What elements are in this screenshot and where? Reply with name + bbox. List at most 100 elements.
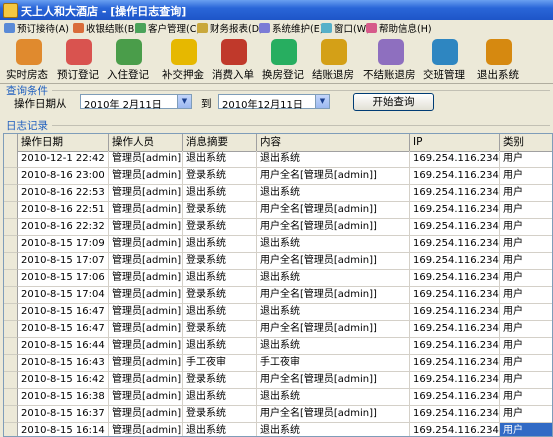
log-grid[interactable]: 操作日期 操作人员 消息摘要 内容 IP 类别 2010-12-1 22:42 管… (3, 133, 553, 437)
cell-content[interactable]: 用户全名[管理员[admin]] (257, 372, 410, 389)
cell-ip[interactable]: 169.254.116.234 (410, 321, 500, 338)
cell-content[interactable]: 退出系统 (257, 423, 410, 436)
cell-date[interactable]: 2010-8-16 22:51 (18, 202, 109, 219)
toolbar-button-booking[interactable]: 预订登记 (57, 35, 103, 83)
cell-summary[interactable]: 退出系统 (183, 185, 257, 202)
row-header[interactable] (4, 355, 18, 372)
cell-category[interactable]: 用户 (500, 202, 552, 219)
column-header-operator[interactable]: 操作人员 (109, 134, 183, 151)
cell-operator[interactable]: 管理员[admin] (109, 389, 183, 406)
cell-category[interactable]: 用户 (500, 355, 552, 372)
cell-category[interactable]: 用户 (500, 185, 552, 202)
row-header[interactable] (4, 185, 18, 202)
cell-operator[interactable]: 管理员[admin] (109, 219, 183, 236)
cell-category[interactable]: 用户 (500, 151, 552, 168)
toolbar-button-deposit[interactable]: 补交押金 (162, 35, 208, 83)
cell-operator[interactable]: 管理员[admin] (109, 406, 183, 423)
table-row[interactable]: 2010-8-15 17:04 管理员[admin] 登录系统 用户全名[管理员[ad… (4, 287, 552, 304)
cell-ip[interactable]: 169.254.116.234 (410, 219, 500, 236)
cell-date[interactable]: 2010-8-15 16:38 (18, 389, 109, 406)
cell-category[interactable]: 用户 (500, 338, 552, 355)
cell-operator[interactable]: 管理员[admin] (109, 253, 183, 270)
cell-summary[interactable]: 登录系统 (183, 406, 257, 423)
cell-summary[interactable]: 退出系统 (183, 338, 257, 355)
cell-summary[interactable]: 登录系统 (183, 219, 257, 236)
cell-ip[interactable]: 169.254.116.234 (410, 406, 500, 423)
cell-ip[interactable]: 169.254.116.234 (410, 372, 500, 389)
cell-operator[interactable]: 管理员[admin] (109, 202, 183, 219)
cell-content[interactable]: 用户全名[管理员[admin]] (257, 321, 410, 338)
cell-content[interactable]: 用户全名[管理员[admin]] (257, 219, 410, 236)
cell-summary[interactable]: 退出系统 (183, 270, 257, 287)
row-header[interactable] (4, 202, 18, 219)
cell-date[interactable]: 2010-8-15 17:04 (18, 287, 109, 304)
cell-category[interactable]: 用户 (500, 389, 552, 406)
toolbar-button-room-status[interactable]: 实时房态 (6, 35, 52, 83)
cell-category[interactable]: 用户 (500, 406, 552, 423)
cell-content[interactable]: 用户全名[管理员[admin]] (257, 287, 410, 304)
chevron-down-icon[interactable]: ▼ (177, 95, 191, 108)
cell-category[interactable]: 用户 (500, 304, 552, 321)
cell-operator[interactable]: 管理员[admin] (109, 423, 183, 436)
table-row[interactable]: 2010-8-16 22:53 管理员[admin] 退出系统 退出系统 169.254… (4, 185, 552, 202)
date-from-picker[interactable]: 2010年 2月11日 ▼ (80, 94, 192, 111)
cell-ip[interactable]: 169.254.116.234 (410, 202, 500, 219)
column-header-date[interactable]: 操作日期 (18, 134, 109, 151)
table-row[interactable]: 2010-8-15 16:47 管理员[admin] 退出系统 退出系统 169.254… (4, 304, 552, 321)
row-header[interactable] (4, 321, 18, 338)
cell-summary[interactable]: 退出系统 (183, 423, 257, 436)
cell-date[interactable]: 2010-8-16 22:53 (18, 185, 109, 202)
menu-window[interactable]: 窗口(W) (321, 21, 370, 35)
column-header-category[interactable]: 类别 (500, 134, 552, 151)
table-row[interactable]: 2010-8-15 16:47 管理员[admin] 登录系统 用户全名[管理员[ad… (4, 321, 552, 338)
cell-category[interactable]: 用户 (500, 219, 552, 236)
date-to-picker[interactable]: 2010年12月11日 ▼ (218, 94, 330, 111)
table-row[interactable]: 2010-8-15 17:09 管理员[admin] 退出系统 退出系统 169.254… (4, 236, 552, 253)
cell-operator[interactable]: 管理员[admin] (109, 236, 183, 253)
cell-date[interactable]: 2010-8-15 16:47 (18, 304, 109, 321)
toolbar-button-change-room[interactable]: 换房登记 (262, 35, 308, 83)
cell-category[interactable]: 用户 (500, 321, 552, 338)
cell-date[interactable]: 2010-8-15 16:43 (18, 355, 109, 372)
cell-date[interactable]: 2010-8-16 23:00 (18, 168, 109, 185)
table-row[interactable]: 2010-8-15 16:44 管理员[admin] 退出系统 退出系统 169.254… (4, 338, 552, 355)
row-header[interactable] (4, 236, 18, 253)
toolbar-button-exit[interactable]: 退出系统 (477, 35, 523, 83)
cell-operator[interactable]: 管理员[admin] (109, 151, 183, 168)
toolbar-button-checkin[interactable]: 入住登记 (107, 35, 153, 83)
cell-content[interactable]: 用户全名[管理员[admin]] (257, 406, 410, 423)
row-header[interactable] (4, 389, 18, 406)
toolbar-button-checkout[interactable]: 结账退房 (312, 35, 358, 83)
cell-content[interactable]: 用户全名[管理员[admin]] (257, 168, 410, 185)
cell-ip[interactable]: 169.254.116.234 (410, 355, 500, 372)
cell-category[interactable]: 用户 (500, 287, 552, 304)
cell-content[interactable]: 退出系统 (257, 270, 410, 287)
cell-operator[interactable]: 管理员[admin] (109, 168, 183, 185)
cell-date[interactable]: 2010-8-15 17:07 (18, 253, 109, 270)
cell-content[interactable]: 用户全名[管理员[admin]] (257, 253, 410, 270)
table-row[interactable]: 2010-8-16 22:51 管理员[admin] 登录系统 用户全名[管理员[ad… (4, 202, 552, 219)
cell-summary[interactable]: 登录系统 (183, 287, 257, 304)
cell-ip[interactable]: 169.254.116.234 (410, 236, 500, 253)
cell-content[interactable]: 退出系统 (257, 151, 410, 168)
cell-content[interactable]: 退出系统 (257, 185, 410, 202)
cell-content[interactable]: 退出系统 (257, 338, 410, 355)
table-row[interactable]: 2010-8-15 16:38 管理员[admin] 退出系统 退出系统 169.254… (4, 389, 552, 406)
menu-finance[interactable]: 财务报表(D) (197, 21, 263, 35)
toolbar-button-no-pay-checkout[interactable]: 不结账退房 (363, 35, 419, 83)
row-header[interactable] (4, 304, 18, 321)
row-header[interactable] (4, 423, 18, 436)
table-row[interactable]: 2010-8-16 23:00 管理员[admin] 登录系统 用户全名[管理员[ad… (4, 168, 552, 185)
menu-cashier[interactable]: 收银结账(B) (73, 21, 138, 35)
cell-date[interactable]: 2010-12-1 22:42 (18, 151, 109, 168)
chevron-down-icon[interactable]: ▼ (315, 95, 329, 108)
cell-category[interactable]: 用户 (500, 168, 552, 185)
cell-content[interactable]: 手工夜审 (257, 355, 410, 372)
cell-summary[interactable]: 登录系统 (183, 253, 257, 270)
cell-operator[interactable]: 管理员[admin] (109, 287, 183, 304)
cell-ip[interactable]: 169.254.116.234 (410, 287, 500, 304)
cell-content[interactable]: 用户全名[管理员[admin]] (257, 202, 410, 219)
cell-summary[interactable]: 退出系统 (183, 389, 257, 406)
cell-operator[interactable]: 管理员[admin] (109, 338, 183, 355)
cell-date[interactable]: 2010-8-15 16:14 (18, 423, 109, 436)
